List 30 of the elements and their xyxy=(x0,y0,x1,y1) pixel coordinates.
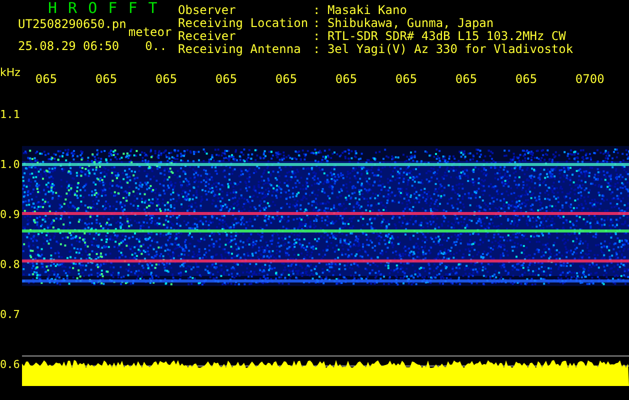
info-label: Receiver xyxy=(178,30,236,43)
y-axis-label: 0.7 xyxy=(0,308,20,323)
info-value: : Masaki Kano xyxy=(313,4,408,17)
x-axis-label: 065 xyxy=(395,71,418,86)
y-axis-label: 1.0 xyxy=(0,158,20,173)
info-label: Observer xyxy=(178,4,237,17)
x-axis-label: 065 xyxy=(215,71,238,86)
info-value: : 3el Yagi(V) Az 330 for Vladivostok xyxy=(313,43,574,56)
info-value: : RTL-SDR SDR# 43dB L15 103.2MHz CW xyxy=(313,30,567,43)
timestamp: 25.08.29 06:50 xyxy=(18,39,120,53)
app-title: H R O F F T xyxy=(47,0,160,17)
x-axis-label: 065 xyxy=(155,71,178,86)
y-axis-label: 1.1 xyxy=(0,108,20,123)
x-axis-label: 065 xyxy=(95,71,118,86)
x-axis-label: 065 xyxy=(35,71,58,86)
count-label: 0.. xyxy=(145,39,167,53)
x-axis-label: 065 xyxy=(335,71,358,86)
info-label: Receiving Antenna xyxy=(178,43,302,56)
y-axis-label: 0.9 xyxy=(0,208,20,223)
x-axis-label: 0700 xyxy=(575,71,606,86)
info-value: : Shibukawa, Gunma, Japan xyxy=(313,17,495,30)
x-axis-label: 065 xyxy=(515,71,538,86)
mode-label: meteor xyxy=(128,25,172,39)
file-name: UT2508290650.pn xyxy=(18,17,126,31)
y-axis-label: 0.6 xyxy=(0,358,20,373)
info-label: Receiving Location xyxy=(178,17,310,30)
x-axis-label: 065 xyxy=(275,71,298,86)
axis-unit: kHz xyxy=(0,66,20,79)
x-axis-label: 065 xyxy=(455,71,478,86)
y-axis-label: 0.8 xyxy=(0,258,20,273)
